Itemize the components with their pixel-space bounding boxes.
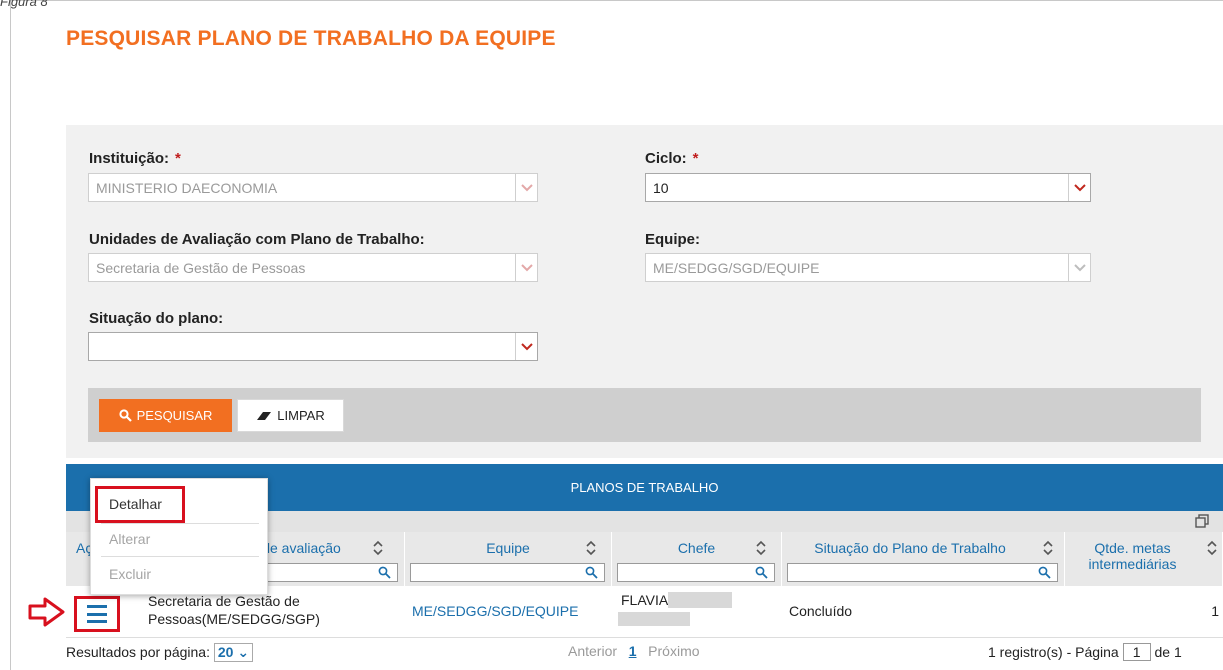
redaction-block — [618, 612, 690, 626]
next-page-link[interactable]: Próximo — [648, 643, 699, 659]
equipe-label: Equipe: — [645, 231, 700, 248]
total-pages-text: de 1 — [1154, 644, 1182, 660]
filter-input-situacao[interactable] — [787, 563, 1058, 582]
copy-icon[interactable] — [1195, 514, 1209, 528]
button-bar: PESQUISAR LIMPAR — [88, 388, 1201, 442]
ciclo-label-text: Ciclo: — [645, 150, 687, 167]
search-icon — [755, 566, 768, 579]
equipe-select[interactable]: ME/SEDGG/SGD/EQUIPE — [645, 253, 1091, 282]
equipe-value: ME/SEDGG/SGD/EQUIPE — [653, 260, 820, 276]
ciclo-label: Ciclo: * — [645, 150, 699, 167]
results-summary-text: 1 registro(s) - Página — [988, 644, 1119, 660]
unidades-select[interactable]: Secretaria de Gestão de Pessoas — [88, 253, 538, 282]
situacao-label: Situação do plano: — [89, 310, 224, 327]
cell-qtde: 1 — [1211, 603, 1219, 619]
chevron-down-icon: ⌄ — [237, 644, 250, 660]
figure-caption: Figura 8 — [0, 0, 48, 9]
search-icon — [378, 566, 391, 579]
situacao-select[interactable] — [88, 332, 538, 361]
cell-unidade-line1: Secretaria de Gestão de — [148, 593, 300, 609]
required-marker: * — [692, 150, 699, 167]
chevron-down-icon — [515, 174, 537, 201]
clear-button[interactable]: LIMPAR — [237, 399, 344, 432]
page-number-link[interactable]: 1 — [629, 643, 637, 659]
col-title-qtde-line2: intermediárias — [1088, 556, 1177, 572]
sort-icon[interactable] — [1042, 540, 1054, 556]
chevron-down-icon — [1068, 174, 1090, 201]
row-actions-context-menu: Detalhar Alterar Excluir — [90, 478, 268, 595]
page-input[interactable]: 1 — [1122, 643, 1151, 661]
table-title: PLANOS DE TRABALHO — [570, 480, 719, 495]
per-page-select[interactable]: 20 ⌄ — [213, 643, 254, 662]
redaction-block — [668, 592, 732, 608]
row-actions-menu-button[interactable] — [74, 596, 120, 632]
col-title-qtde-line1: Qtde. metas — [1094, 540, 1171, 556]
search-icon — [585, 566, 598, 579]
menu-divider — [101, 556, 259, 557]
unidades-value: Secretaria de Gestão de Pessoas — [96, 260, 306, 276]
results-summary: 1 registro(s) - Página 1 de 1 — [988, 643, 1182, 661]
chevron-down-icon — [1068, 254, 1090, 281]
required-marker: * — [175, 150, 181, 167]
sort-icon[interactable] — [585, 540, 597, 556]
search-icon — [118, 409, 132, 422]
unidades-label: Unidades de Avaliação com Plano de Traba… — [89, 231, 425, 248]
col-header-situacao[interactable]: Situação do Plano de Trabalho — [782, 532, 1065, 586]
eraser-icon — [257, 411, 272, 420]
search-button[interactable]: PESQUISAR — [99, 399, 232, 432]
ciclo-value: 10 — [653, 180, 669, 196]
per-page-label: Resultados por página: — [66, 644, 210, 660]
prev-page-link[interactable]: Anterior — [568, 643, 617, 659]
per-page-value: 20 — [217, 644, 234, 660]
chevron-down-icon — [515, 333, 537, 360]
cell-unidade: Secretaria de Gestão de Pessoas(ME/SEDGG… — [148, 592, 320, 628]
col-header-equipe[interactable]: Equipe — [405, 532, 612, 586]
col-title-situacao: Situação do Plano de Trabalho — [814, 540, 1006, 556]
instituicao-value: MINISTERIO DAECONOMIA — [96, 180, 278, 196]
page-title: PESQUISAR PLANO DE TRABALHO DA EQUIPE — [66, 27, 556, 50]
cell-unidade-line2: Pessoas(ME/SEDGG/SGP) — [148, 611, 320, 627]
cell-situacao: Concluído — [789, 603, 853, 619]
highlight-box — [95, 486, 185, 523]
instituicao-select[interactable]: MINISTERIO DAECONOMIA — [88, 173, 538, 202]
chevron-down-icon — [515, 254, 537, 281]
col-header-qtde[interactable]: Qtde. metas intermediárias — [1065, 532, 1223, 586]
cell-chefe: FLAVIA — [621, 592, 669, 608]
col-header-chefe[interactable]: Chefe — [612, 532, 782, 586]
col-title-equipe: Equipe — [486, 540, 530, 556]
cell-equipe-link[interactable]: ME/SEDGG/SGD/EQUIPE — [412, 603, 578, 619]
search-icon — [1038, 566, 1051, 579]
menu-item-alterar[interactable]: Alterar — [101, 524, 259, 554]
clear-button-label: LIMPAR — [277, 408, 325, 423]
search-button-label: PESQUISAR — [136, 408, 213, 423]
filter-input-chefe[interactable] — [617, 563, 775, 582]
instituicao-label: Instituição: * — [89, 150, 181, 167]
sort-icon[interactable] — [755, 540, 767, 556]
sort-icon[interactable] — [372, 540, 384, 556]
arrow-right-icon — [27, 596, 67, 628]
pagination: Anterior 1 Próximo — [568, 643, 700, 659]
menu-icon — [87, 605, 107, 623]
filter-input-equipe[interactable] — [410, 563, 605, 582]
per-page-control: Resultados por página: 20 ⌄ — [66, 643, 254, 662]
instituicao-label-text: Instituição: — [89, 150, 170, 167]
ciclo-select[interactable]: 10 — [645, 173, 1091, 202]
col-title-qtde: Qtde. metas intermediárias — [1065, 540, 1200, 572]
sort-icon[interactable] — [1206, 540, 1218, 556]
menu-item-excluir[interactable]: Excluir — [101, 559, 259, 589]
